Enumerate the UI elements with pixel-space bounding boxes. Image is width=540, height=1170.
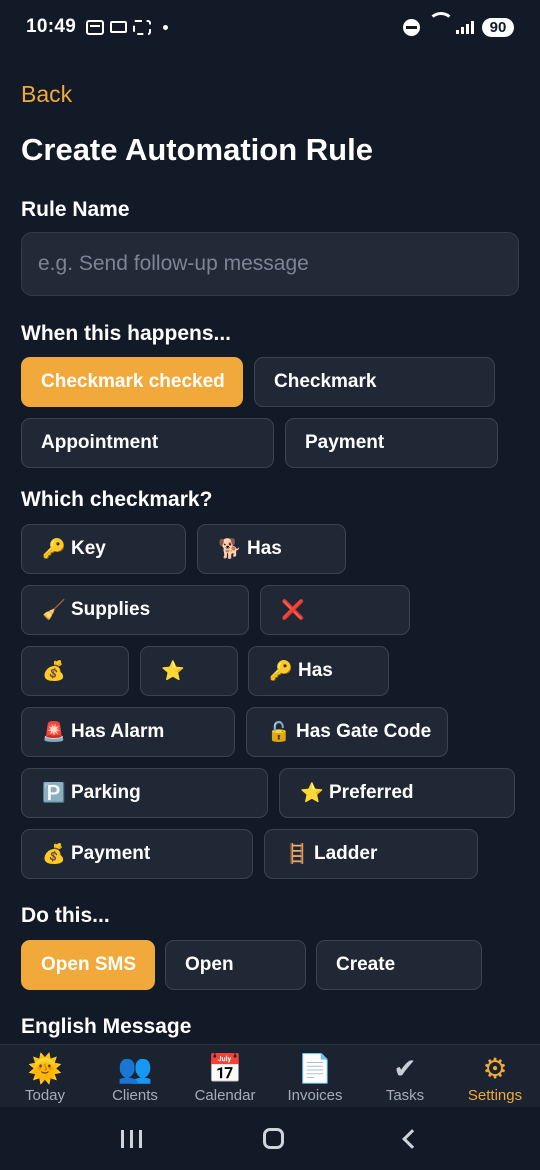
chip-label: Preferred xyxy=(329,782,414,803)
checkmark-option-supplies[interactable]: 🧹 Supplies xyxy=(21,585,249,635)
tab-label: Calendar xyxy=(194,1087,256,1104)
star-icon: ⭐ xyxy=(161,661,185,682)
tab-tasks[interactable]: ✔ Tasks xyxy=(360,1045,450,1107)
tab-label: Clients xyxy=(112,1087,158,1104)
action-option-open[interactable]: Open xyxy=(165,940,306,990)
star-icon: ⭐ xyxy=(300,783,324,804)
checkmark-option-parking[interactable]: 🅿️ Parking xyxy=(21,768,268,818)
system-back-button[interactable] xyxy=(402,1128,423,1149)
people-icon: 👥 xyxy=(117,1053,153,1084)
action-option-open-sms[interactable]: Open SMS xyxy=(21,940,155,990)
chip-label: Ladder xyxy=(314,843,378,864)
home-button[interactable] xyxy=(262,1128,284,1149)
chip-label: Has xyxy=(247,538,282,559)
sun-icon: 🌞 xyxy=(27,1053,63,1084)
tab-today[interactable]: 🌞 Today xyxy=(0,1045,90,1107)
status-time: 10:49 xyxy=(26,16,77,37)
chip-label: Key xyxy=(71,538,106,559)
ladder-icon: 🪜 xyxy=(285,844,309,865)
tab-label: Tasks xyxy=(385,1087,425,1104)
document-icon: 📄 xyxy=(297,1053,333,1084)
trigger-option-checkmark-checked[interactable]: Checkmark checked xyxy=(21,357,243,407)
checkmark-label: Which checkmark? xyxy=(21,488,213,511)
trigger-option-payment[interactable]: Payment xyxy=(285,418,498,468)
gear-icon: ⚙ xyxy=(482,1053,508,1084)
checkmark-option-has-alarm[interactable]: 🚨 Has Alarm xyxy=(21,707,235,757)
tab-label: Invoices xyxy=(287,1087,343,1104)
checkmark-option-payment[interactable]: 💰 Payment xyxy=(21,829,253,879)
action-label: Do this... xyxy=(21,904,110,927)
checkmark-icon: ✔ xyxy=(393,1053,417,1084)
tab-label: Settings xyxy=(467,1087,523,1104)
checkmark-option-has-gate-code[interactable]: 🔓 Has Gate Code xyxy=(246,707,448,757)
chip-label: Create xyxy=(336,954,396,975)
checkmark-option-cross[interactable]: ❌ xyxy=(260,585,410,635)
cross-mark-icon: ❌ xyxy=(281,600,305,621)
message-label: English Message xyxy=(21,1015,192,1038)
chip-label: Payment xyxy=(71,843,151,864)
create-rule-form[interactable]: Back Create Automation Rule Rule Name e.… xyxy=(0,54,540,1044)
chip-label: Checkmark xyxy=(274,371,377,392)
chip-label: Supplies xyxy=(71,599,151,620)
tab-invoices[interactable]: 📄 Invoices xyxy=(270,1045,360,1107)
key-icon: 🔑 xyxy=(42,539,66,560)
back-button[interactable]: Back xyxy=(21,81,72,108)
checkmark-option-preferred[interactable]: ⭐ Preferred xyxy=(279,768,515,818)
chip-label: Has Alarm xyxy=(71,721,165,742)
trigger-label: When this happens... xyxy=(21,322,232,345)
tab-calendar[interactable]: 📅 Calendar xyxy=(180,1045,270,1107)
screen-notification-icon xyxy=(110,21,128,33)
trigger-option-appointment[interactable]: Appointment xyxy=(21,418,274,468)
money-bag-icon: 💰 xyxy=(42,661,66,682)
tab-clients[interactable]: 👥 Clients xyxy=(90,1045,180,1107)
trigger-option-checkmark[interactable]: Checkmark xyxy=(254,357,495,407)
chip-label: Has xyxy=(298,660,333,681)
chip-label: Payment xyxy=(305,432,385,453)
rule-name-label: Rule Name xyxy=(21,198,130,221)
calendar-icon: 📅 xyxy=(207,1053,243,1084)
wifi-icon xyxy=(428,19,448,35)
system-nav-bar xyxy=(0,1107,540,1170)
tab-settings[interactable]: ⚙ Settings xyxy=(450,1045,540,1107)
status-notification-icons xyxy=(86,19,169,35)
page-title: Create Automation Rule xyxy=(21,132,373,167)
battery-indicator: 90 xyxy=(482,17,514,37)
do-not-disturb-icon xyxy=(403,18,420,36)
screenshot-notification-icon xyxy=(133,19,152,35)
chip-label: Appointment xyxy=(41,432,159,453)
action-option-create[interactable]: Create xyxy=(316,940,482,990)
lock-icon: 🔓 xyxy=(267,722,291,743)
rule-name-input[interactable]: e.g. Send follow-up message xyxy=(21,232,519,296)
parking-icon: 🅿️ xyxy=(42,783,66,804)
chip-label: Has Gate Code xyxy=(296,721,432,742)
siren-icon: 🚨 xyxy=(42,722,66,743)
checkmark-option-money[interactable]: 💰 xyxy=(21,646,129,696)
broom-icon: 🧹 xyxy=(42,600,66,621)
checkmark-option-has-dog[interactable]: 🐕 Has xyxy=(197,524,346,574)
signal-icon xyxy=(456,20,474,34)
status-system-icons: 90 xyxy=(403,17,514,37)
checkmark-option-ladder[interactable]: 🪜 Ladder xyxy=(264,829,478,879)
key-icon: 🔑 xyxy=(269,661,293,682)
tab-label: Today xyxy=(24,1087,66,1104)
chip-label: Open xyxy=(185,954,234,975)
more-notifications-dot xyxy=(163,24,169,30)
chip-label: Open SMS xyxy=(41,954,137,975)
checkmark-option-key[interactable]: 🔑 Key xyxy=(21,524,186,574)
chip-label: Checkmark checked xyxy=(41,371,225,392)
calendar-notification-icon xyxy=(86,19,105,35)
dog-icon: 🐕 xyxy=(218,539,242,560)
checkmark-option-has-key[interactable]: 🔑 Has xyxy=(248,646,389,696)
status-bar: 10:49 90 xyxy=(0,0,540,54)
bottom-tab-bar: 🌞 Today 👥 Clients 📅 Calendar 📄 Invoices … xyxy=(0,1044,540,1107)
checkmark-option-star[interactable]: ⭐ xyxy=(140,646,238,696)
recent-apps-button[interactable] xyxy=(120,1129,142,1148)
money-bag-icon: 💰 xyxy=(42,844,66,865)
chip-label: Parking xyxy=(71,782,141,803)
